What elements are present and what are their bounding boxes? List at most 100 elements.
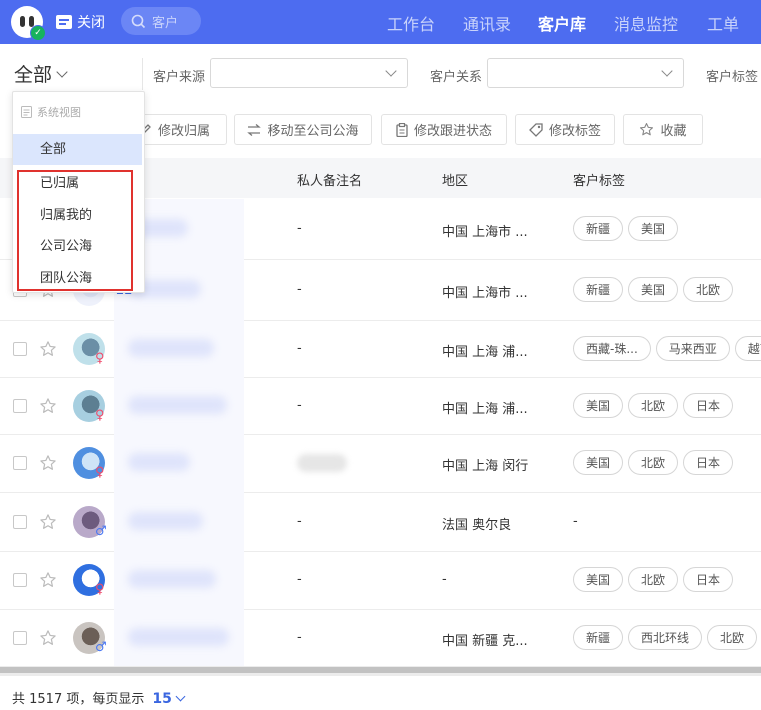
dropdown-item-all[interactable]: 全部 [13,134,142,165]
row-checkbox[interactable] [13,514,27,529]
column-header-note: 私人备注名 [297,174,363,189]
region: 中国 上海 闵行 [442,459,529,474]
search-placeholder: 客户 [152,15,179,31]
close-label: 关闭 [77,15,105,31]
region: 中国 新疆 克... [442,633,528,649]
dropdown-item-owned[interactable]: 已归属 [13,168,142,199]
favorite-button[interactable]: 收藏 [623,114,703,145]
tag-badge: 新疆 [573,276,624,302]
tag-badge: 北欧 [707,624,758,650]
tag-badge: 日本 [683,392,734,418]
dropdown-item-mine[interactable]: 归属我的 [13,200,142,231]
chevron-down-icon [56,66,68,78]
tag-badge: 日本 [683,450,734,475]
divider [142,58,143,90]
nav-workbench[interactable]: 工作台 [387,11,435,35]
male-icon: ♂ [95,639,107,655]
app-logo[interactable]: ✓ [11,6,46,41]
tag-badge: 北欧 [628,567,679,592]
customer-name-redacted[interactable] [114,434,244,492]
scrollbar-thumb[interactable] [0,667,761,673]
message-icon [56,15,72,29]
customer-name-redacted[interactable] [114,609,244,666]
page-size-select[interactable]: 15 [152,691,171,707]
table-row[interactable]: ♂ - 中国 新疆 克... 新疆 西北环线 北欧 [0,609,761,667]
star-icon[interactable] [39,340,57,358]
tag-badge: 北欧 [628,450,679,475]
table-row[interactable]: ♀ - 中国 上海 浦... 美国 北欧 日本 [0,377,761,435]
customer-tags: 新疆 西北环线 北欧 [573,624,758,650]
tag-badge: 美国 [573,567,624,592]
tag-badge: 新疆 [573,216,624,241]
chevron-down-icon[interactable] [175,691,186,702]
dropdown-item-team-pool[interactable]: 团队公海 [13,263,142,294]
edit-tags-button[interactable]: 修改标签 [515,114,615,145]
customer-name-redacted[interactable] [114,320,244,377]
table-row[interactable]: ♀ 中国 上海 闵行 美国 北欧 日本 [0,434,761,493]
female-icon: ♀ [95,350,105,366]
star-icon[interactable] [39,454,57,472]
view-dropdown: 系统视图 全部 已归属 归属我的 公司公海 团队公海 [12,91,145,293]
search-icon [131,14,146,28]
source-select[interactable] [210,58,408,88]
region: 中国 上海市 ... [442,285,528,301]
total-count: 共 1517 项，每页显示 [12,692,145,707]
column-header-tags: 客户标签 [573,174,626,189]
tag-badge: 越南 [734,335,761,361]
search-box[interactable]: 客户 [121,7,201,35]
star-icon[interactable] [39,571,57,589]
dropdown-item-company-pool[interactable]: 公司公海 [13,231,142,262]
column-header-region: 地区 [442,174,469,189]
view-selector[interactable]: 全部 [14,60,68,87]
tag-icon [529,122,543,137]
star-icon[interactable] [39,513,57,531]
row-checkbox[interactable] [13,398,27,413]
favorite-label: 收藏 [660,124,687,139]
move-to-pool-label: 移动至公司公海 [267,124,359,139]
table-row[interactable]: ♀ - - 美国 北欧 日本 [0,551,761,610]
nav-message-monitor[interactable]: 消息监控 [614,11,678,35]
row-checkbox[interactable] [13,456,27,470]
female-icon: ♀ [95,465,105,480]
edit-status-button[interactable]: 修改跟进状态 [381,114,507,145]
view-selected-label: 全部 [14,64,53,86]
row-checkbox[interactable] [13,630,27,645]
chevron-down-icon [385,65,397,77]
tag-badge: 西北环线 [628,624,703,650]
dropdown-header: 系统视图 [21,104,81,120]
list-icon [21,106,32,118]
customer-tags: 美国 北欧 日本 [573,392,734,418]
chevron-down-icon [661,65,673,77]
private-note-redacted [297,454,347,472]
table-row[interactable]: ♂ - 法国 奥尔良 - [0,492,761,552]
edit-tags-label: 修改标签 [548,124,601,139]
close-button[interactable]: 关闭 [56,12,105,32]
customer-tags: 美国 北欧 日本 [573,450,734,475]
row-checkbox[interactable] [13,573,27,587]
region: 中国 上海 浦... [442,344,528,360]
region: - [442,572,447,587]
tags-empty: - [573,513,578,529]
star-icon [640,123,654,136]
customer-tags: 新疆 美国 [573,216,679,241]
private-note: - [297,397,302,413]
star-icon[interactable] [39,397,57,415]
customer-name-redacted[interactable] [114,551,244,609]
tags-filter-label: 客户标签 [706,70,759,85]
table-row[interactable]: ♀ - 中国 上海 浦... 西藏-珠...马来西亚越南 [0,320,761,378]
nav-customer-library[interactable]: 客户库 [538,11,586,35]
nav-contacts[interactable]: 通讯录 [463,11,511,35]
move-to-pool-button[interactable]: 移动至公司公海 [234,114,372,145]
customer-name-redacted[interactable] [114,377,244,434]
horizontal-scrollbar[interactable] [0,666,761,676]
customer-tags: 西藏-珠...马来西亚越南 [573,335,761,361]
relation-select[interactable] [487,58,684,88]
male-icon: ♂ [95,523,107,539]
customer-name-redacted[interactable] [114,492,244,551]
tag-badge: 马来西亚 [655,335,730,361]
tag-badge: 新疆 [573,624,624,650]
row-checkbox[interactable] [13,341,27,356]
star-icon[interactable] [39,629,57,647]
nav-tickets[interactable]: 工单 [707,11,739,35]
top-bar: ✓ 关闭 客户 工作台 通讯录 客户库 消息监控 工单 [0,0,761,44]
